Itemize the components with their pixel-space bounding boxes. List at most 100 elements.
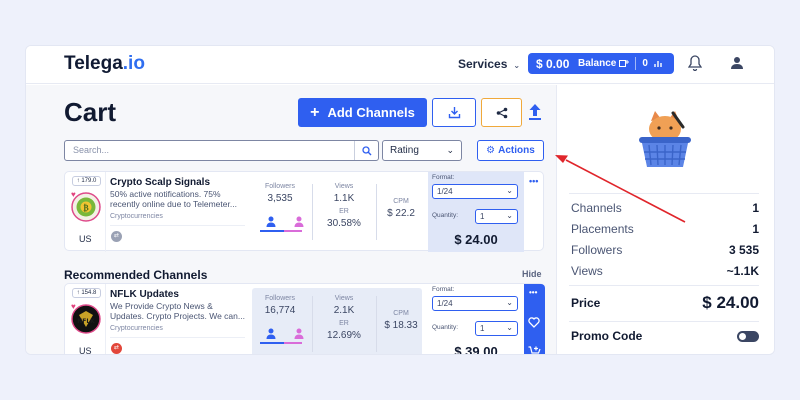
channels-label: Channels [571,201,622,215]
item-actions-bar: ••• [524,284,545,355]
rating-value: 154.8 [81,290,97,296]
add-channels-button[interactable]: + Add Channels [298,98,427,127]
er-stat: ER 12.69% [316,320,372,341]
balance-amount: $ 0.00 [536,56,570,71]
chevron-down-icon: ⌄ [506,186,513,195]
total-price-row: Price $ 24.00 [571,293,759,313]
item-price: $ 24.00 [454,232,498,247]
logo[interactable]: Telega.io [64,53,145,75]
divider [105,284,106,354]
search-field[interactable]: Search... [64,140,379,161]
balance-divider [635,57,637,70]
share-icon [496,107,507,118]
actions-label: Actions [498,145,535,156]
chevron-down-icon: ⌄ [506,211,513,220]
er-value: 30.58% [327,218,361,229]
more-options-icon[interactable]: ••• [529,288,537,297]
format-select[interactable]: 1/24 ⌄ [432,184,518,199]
er-label: ER [339,208,349,215]
svg-text:NFLK: NFLK [77,318,95,325]
services-menu[interactable]: Services ⌄ [458,57,520,71]
format-select[interactable]: 1/24 ⌄ [432,296,518,311]
plus-icon: + [310,103,320,121]
divider [376,184,377,240]
channel-name[interactable]: Crypto Scalp Signals [110,177,210,188]
cart-cat-illustration [639,111,691,167]
divider [569,321,759,322]
quantity-select[interactable]: 1 ⌄ [475,321,518,336]
sort-select[interactable]: Rating ⌄ [382,140,462,161]
cart-item: ↑ 179.0 ₿ ♥ US Crypto Scalp Signals 50% … [64,171,544,252]
channel-description: We Provide Crypto News & Updates. Crypto… [110,301,245,321]
channel-stats: Followers 16,774 Views 2.1K ER 12.69% CPM $ … [252,288,422,354]
quantity-select[interactable]: 1 ⌄ [475,209,518,224]
views-value: ~1.1K [726,264,759,278]
download-button[interactable] [432,98,476,127]
followers-value: 3 535 [728,243,759,257]
heart-outline-icon[interactable] [528,317,540,328]
order-options: Format: 1/24 ⌄ Quantity: 1 ⌄ $ 39.00 [428,284,524,355]
search-placeholder: Search... [73,145,110,155]
followers-value: 16,774 [264,305,296,316]
svg-text:₿: ₿ [83,203,89,213]
top-bar: Telega.io Services ⌄ $ 0.00 Balance 0 [26,46,774,84]
followers-label: Followers [571,243,623,257]
wallet-add-icon [619,60,630,67]
placements-label: Placements [571,222,634,236]
recommended-title: Recommended Channels [64,268,208,282]
divider [376,296,377,352]
views-value: 1.1K [333,193,355,204]
channel-name[interactable]: NFLK Updates [110,289,179,300]
channel-stats: Followers 3,535 Views 1.1K ER 30.58% CPM $ 2… [252,176,422,248]
views-label: Views [571,264,603,278]
stats-icon [654,61,662,67]
exchange-icon: ⇄ [111,231,122,242]
add-channels-label: Add Channels [327,105,415,120]
search-icon [361,145,371,155]
user-icon[interactable] [730,56,744,70]
summary-followers: Followers 3 535 [571,243,759,257]
chevron-down-icon: ⌄ [513,61,521,70]
male-icon [266,216,276,227]
divider [110,337,245,338]
chevron-down-icon: ⌄ [506,323,513,332]
hide-recommended-button[interactable]: Hide [522,269,542,279]
actions-button[interactable]: ⚙ Actions [477,140,544,161]
er-value: 12.69% [327,330,361,341]
balance-button[interactable]: $ 0.00 Balance 0 [528,53,674,74]
cpm-stat: CPM $ 18.33 [380,310,422,331]
views-label: Views [334,183,354,190]
divider [569,285,759,286]
female-icon [294,328,304,339]
country-code: US [79,234,92,244]
channel-category: Cryptocurrencies [110,213,163,220]
er-label: ER [339,320,349,327]
upload-icon[interactable] [528,103,542,121]
search-button[interactable] [354,141,378,160]
more-options-icon[interactable]: ••• [529,176,538,186]
rating-badge: ↑ 179.0 [72,176,101,186]
share-button[interactable] [481,98,522,127]
views-label: Views [334,295,354,302]
add-to-cart-icon[interactable] [528,346,541,355]
bell-icon[interactable] [688,55,702,71]
male-icon [266,328,276,339]
chevron-down-icon: ⌄ [446,145,454,155]
format-label: Format: [432,286,455,293]
summary-channels: Channels 1 [571,201,759,215]
item-price: $ 39.00 [454,344,498,355]
followers-label: Followers [265,183,295,190]
recommended-item: ↑ 154.8 NFLK ♥ US NFLK Updates We Provid… [64,283,545,355]
quantity-label: Quantity: [432,212,459,219]
cpm-stat: CPM $ 22.2 [380,198,422,219]
logo-domain: .io [122,53,145,74]
gear-icon: ⚙ [486,145,496,156]
rating-value: 179.0 [81,178,97,184]
gender-split [260,216,314,234]
cart-panel: Cart + Add Channels Search... Rating ⌄ ⚙ Ac… [26,85,556,355]
channel-description: 50% active notifications. 75% recently o… [110,189,237,209]
promo-code-toggle[interactable] [737,330,759,342]
balance-count: 0 [642,58,648,69]
heart-icon: ♥ [71,190,76,199]
female-icon [294,216,304,227]
